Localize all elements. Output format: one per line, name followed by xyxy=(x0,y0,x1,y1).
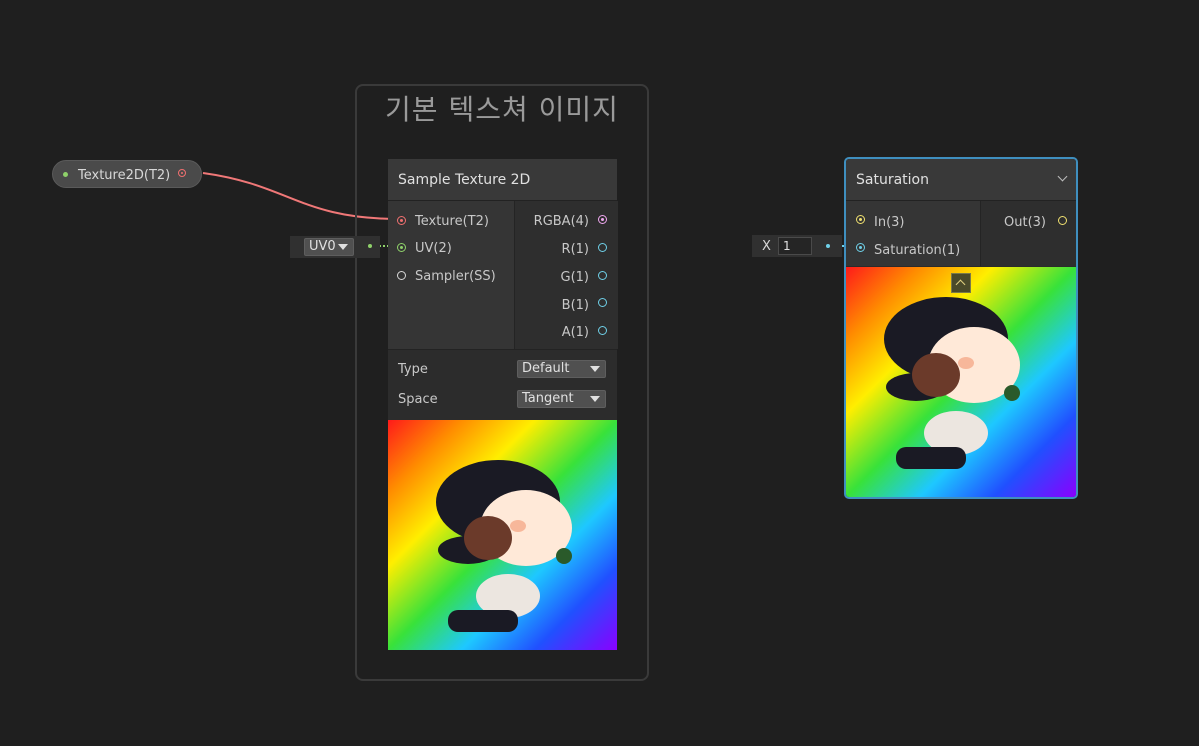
uv-inline-input: UV0 xyxy=(290,236,380,258)
node-title: Saturation xyxy=(856,172,929,188)
chevron-up-icon xyxy=(955,279,966,290)
output-ports-area xyxy=(980,201,1076,266)
in-input-label: In(3) xyxy=(874,215,905,230)
x-inline-port-icon xyxy=(826,244,830,248)
texture-input-label: Texture(T2) xyxy=(415,214,489,229)
character-image xyxy=(884,297,1020,469)
x-value-field[interactable]: 1 xyxy=(778,237,812,255)
sample-texture-2d-node[interactable]: Sample Texture 2D Texture(T2) UV(2) Samp… xyxy=(388,159,618,650)
space-label: Space xyxy=(398,392,438,407)
node-header[interactable]: Saturation xyxy=(846,159,1076,201)
sampler-input-port[interactable] xyxy=(397,271,406,280)
exposed-dot-icon xyxy=(63,172,68,177)
uv-channel-dropdown[interactable]: UV0 xyxy=(304,238,354,256)
dropdown-arrow-icon xyxy=(590,396,600,402)
a-output-port[interactable] xyxy=(598,326,607,335)
space-dropdown[interactable]: Tangent xyxy=(517,390,606,408)
sampler-input-label: Sampler(SS) xyxy=(415,269,496,284)
saturation-preview xyxy=(846,267,1076,497)
collapse-chevron-icon[interactable] xyxy=(1057,171,1068,182)
b-output-label: B(1) xyxy=(561,298,589,313)
out-output-label: Out(3) xyxy=(1004,215,1046,230)
out-output-port[interactable] xyxy=(1058,216,1067,225)
uv-input-label: UV(2) xyxy=(415,241,452,256)
type-label: Type xyxy=(398,362,428,377)
property-output-port[interactable] xyxy=(178,169,186,177)
type-dropdown[interactable]: Default xyxy=(517,360,606,378)
property-label: Texture2D(T2) xyxy=(78,168,171,183)
character-image xyxy=(436,460,572,632)
g-output-port[interactable] xyxy=(598,271,607,280)
collapse-preview-button[interactable] xyxy=(951,273,971,293)
uv-channel-value: UV0 xyxy=(309,239,336,254)
x-label: X xyxy=(762,239,771,254)
uv-inline-port-icon xyxy=(368,244,372,248)
in-input-port[interactable] xyxy=(856,215,865,224)
saturation-node[interactable]: Saturation In(3) Saturation(1) Out(3) xyxy=(844,157,1078,499)
texture2d-property-node[interactable]: Texture2D(T2) xyxy=(52,160,202,188)
saturation-inline-input: X 1 xyxy=(752,235,842,257)
type-value: Default xyxy=(522,361,570,376)
uv-input-port[interactable] xyxy=(397,243,406,252)
group-title[interactable]: 기본 텍스쳐 이미지 xyxy=(355,88,649,128)
dropdown-arrow-icon xyxy=(338,244,348,250)
texture-input-port[interactable] xyxy=(397,216,406,225)
dropdown-arrow-icon xyxy=(590,366,600,372)
saturation-input-label: Saturation(1) xyxy=(874,243,961,258)
space-value: Tangent xyxy=(522,391,574,406)
saturation-input-port[interactable] xyxy=(856,243,865,252)
r-output-port[interactable] xyxy=(598,243,607,252)
b-output-port[interactable] xyxy=(598,298,607,307)
rgba-output-label: RGBA(4) xyxy=(533,214,589,229)
r-output-label: R(1) xyxy=(561,242,589,257)
node-title: Sample Texture 2D xyxy=(398,172,531,188)
rgba-output-port[interactable] xyxy=(598,215,607,224)
a-output-label: A(1) xyxy=(561,325,589,340)
g-output-label: G(1) xyxy=(560,270,590,285)
texture-preview xyxy=(388,420,617,650)
node-header[interactable]: Sample Texture 2D xyxy=(388,159,617,201)
